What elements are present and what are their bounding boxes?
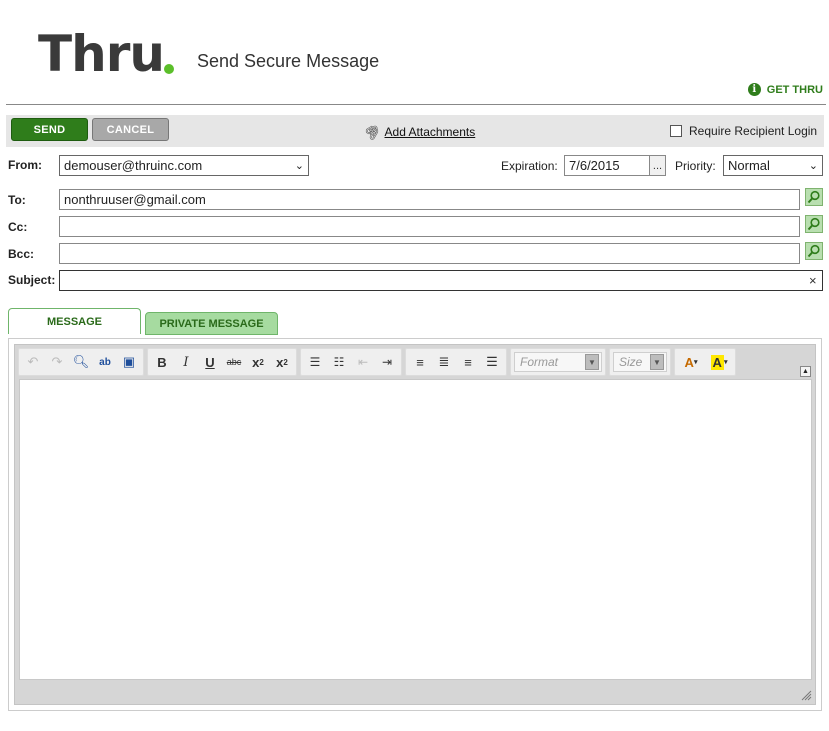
indent-icon[interactable]: ⇥	[376, 351, 398, 373]
get-thru-link[interactable]: i GET THRU	[747, 83, 823, 96]
require-login-checkbox[interactable]	[670, 125, 682, 137]
add-attachments-link[interactable]: 🖇 Add Attachments	[361, 121, 476, 143]
color-group: A ▾ A ▾	[674, 348, 736, 376]
underline-icon[interactable]: U	[199, 351, 221, 373]
subscript-icon[interactable]: x2	[247, 351, 269, 373]
select-all-icon[interactable]: ▣	[118, 351, 140, 373]
editor-toolbar: ↶ ↷ 🔍︎ ab ▣ B I U abc x2 x2 ☰ ☷ ⇤ ⇥ ≡ ≣ …	[18, 348, 739, 376]
magnifier-icon	[807, 244, 820, 258]
size-dropdown[interactable]: Size ▼	[613, 352, 667, 372]
spellcheck-icon[interactable]: ab	[94, 351, 116, 373]
logo-dot	[164, 64, 174, 74]
expiration-field[interactable]: 7/6/2015	[564, 155, 650, 176]
require-login-label: Require Recipient Login	[689, 124, 818, 138]
get-thru-label: GET THRU	[766, 83, 823, 96]
priority-value: Normal	[728, 158, 770, 173]
cc-label: Cc:	[8, 220, 28, 234]
resize-handle-icon[interactable]	[800, 689, 812, 701]
outdent-icon[interactable]: ⇤	[352, 351, 374, 373]
align-center-icon[interactable]: ≣	[433, 351, 455, 373]
superscript-icon[interactable]: x2	[271, 351, 293, 373]
info-icon: i	[747, 83, 761, 96]
cancel-button[interactable]: CANCEL	[92, 118, 169, 141]
add-attachments-label: Add Attachments	[384, 125, 476, 139]
strikethrough-icon[interactable]: abc	[223, 351, 245, 373]
to-field[interactable]: nonthruuser@gmail.com	[59, 189, 800, 210]
size-placeholder: Size	[619, 355, 643, 369]
bcc-lookup-button[interactable]	[805, 242, 823, 260]
action-toolbar: SEND CANCEL 🖇 Add Attachments Require Re…	[6, 115, 824, 147]
chevron-down-icon: ▼	[650, 354, 664, 370]
date-picker-button[interactable]: ...	[649, 155, 666, 176]
to-lookup-button[interactable]	[805, 188, 823, 206]
italic-icon[interactable]: I	[175, 351, 197, 373]
bcc-label: Bcc:	[8, 247, 35, 261]
priority-label: Priority:	[675, 159, 716, 173]
paperclip-icon: 🖇	[361, 120, 384, 143]
ordered-list-icon[interactable]: ☰	[304, 351, 326, 373]
highlight-color-icon[interactable]: A ▾	[706, 351, 732, 373]
subject-field[interactable]	[59, 270, 823, 291]
find-icon[interactable]: 🔍︎	[70, 351, 92, 373]
from-select[interactable]: demouser@thruinc.com ⌄	[59, 155, 309, 176]
format-group: Format ▼	[510, 348, 606, 376]
bcc-field[interactable]	[59, 243, 800, 264]
tab-private-message[interactable]: PRIVATE MESSAGE	[145, 312, 278, 335]
style-group: B I U abc x2 x2	[147, 348, 297, 376]
list-group: ☰ ☷ ⇤ ⇥	[300, 348, 402, 376]
chevron-down-icon: ⌄	[808, 160, 818, 172]
font-color-icon[interactable]: A ▾	[678, 351, 704, 373]
format-dropdown[interactable]: Format ▼	[514, 352, 602, 372]
tab-message[interactable]: MESSAGE	[8, 308, 141, 334]
magnifier-icon	[807, 217, 820, 231]
align-left-icon[interactable]: ≡	[409, 351, 431, 373]
expiration-label: Expiration:	[501, 159, 558, 173]
unordered-list-icon[interactable]: ☷	[328, 351, 350, 373]
format-placeholder: Format	[520, 355, 559, 369]
collapse-toolbar-icon[interactable]: ▲	[800, 366, 811, 377]
undo-icon[interactable]: ↶	[22, 351, 44, 373]
magnifier-icon	[807, 190, 820, 204]
thru-logo: Thru	[38, 25, 165, 83]
subject-label: Subject:	[8, 273, 56, 287]
align-group: ≡ ≣ ≡ ☰	[405, 348, 507, 376]
history-group: ↶ ↷ 🔍︎ ab ▣	[18, 348, 144, 376]
redo-icon[interactable]: ↷	[46, 351, 68, 373]
clear-subject-icon[interactable]: ×	[809, 273, 817, 288]
cc-field[interactable]	[59, 216, 800, 237]
justify-icon[interactable]: ☰	[481, 351, 503, 373]
message-body-editor[interactable]	[19, 379, 812, 680]
size-group: Size ▼	[609, 348, 671, 376]
header-divider	[6, 104, 826, 105]
priority-select[interactable]: Normal ⌄	[723, 155, 823, 176]
align-right-icon[interactable]: ≡	[457, 351, 479, 373]
chevron-down-icon: ⌄	[294, 160, 304, 172]
require-login-option: Require Recipient Login	[670, 124, 817, 138]
page-title: Send Secure Message	[197, 51, 380, 71]
from-value: demouser@thruinc.com	[64, 158, 203, 173]
send-button[interactable]: SEND	[11, 118, 88, 141]
cc-lookup-button[interactable]	[805, 215, 823, 233]
chevron-down-icon: ▼	[585, 354, 599, 370]
bold-icon[interactable]: B	[151, 351, 173, 373]
to-label: To:	[8, 193, 26, 207]
from-label: From:	[8, 158, 42, 172]
